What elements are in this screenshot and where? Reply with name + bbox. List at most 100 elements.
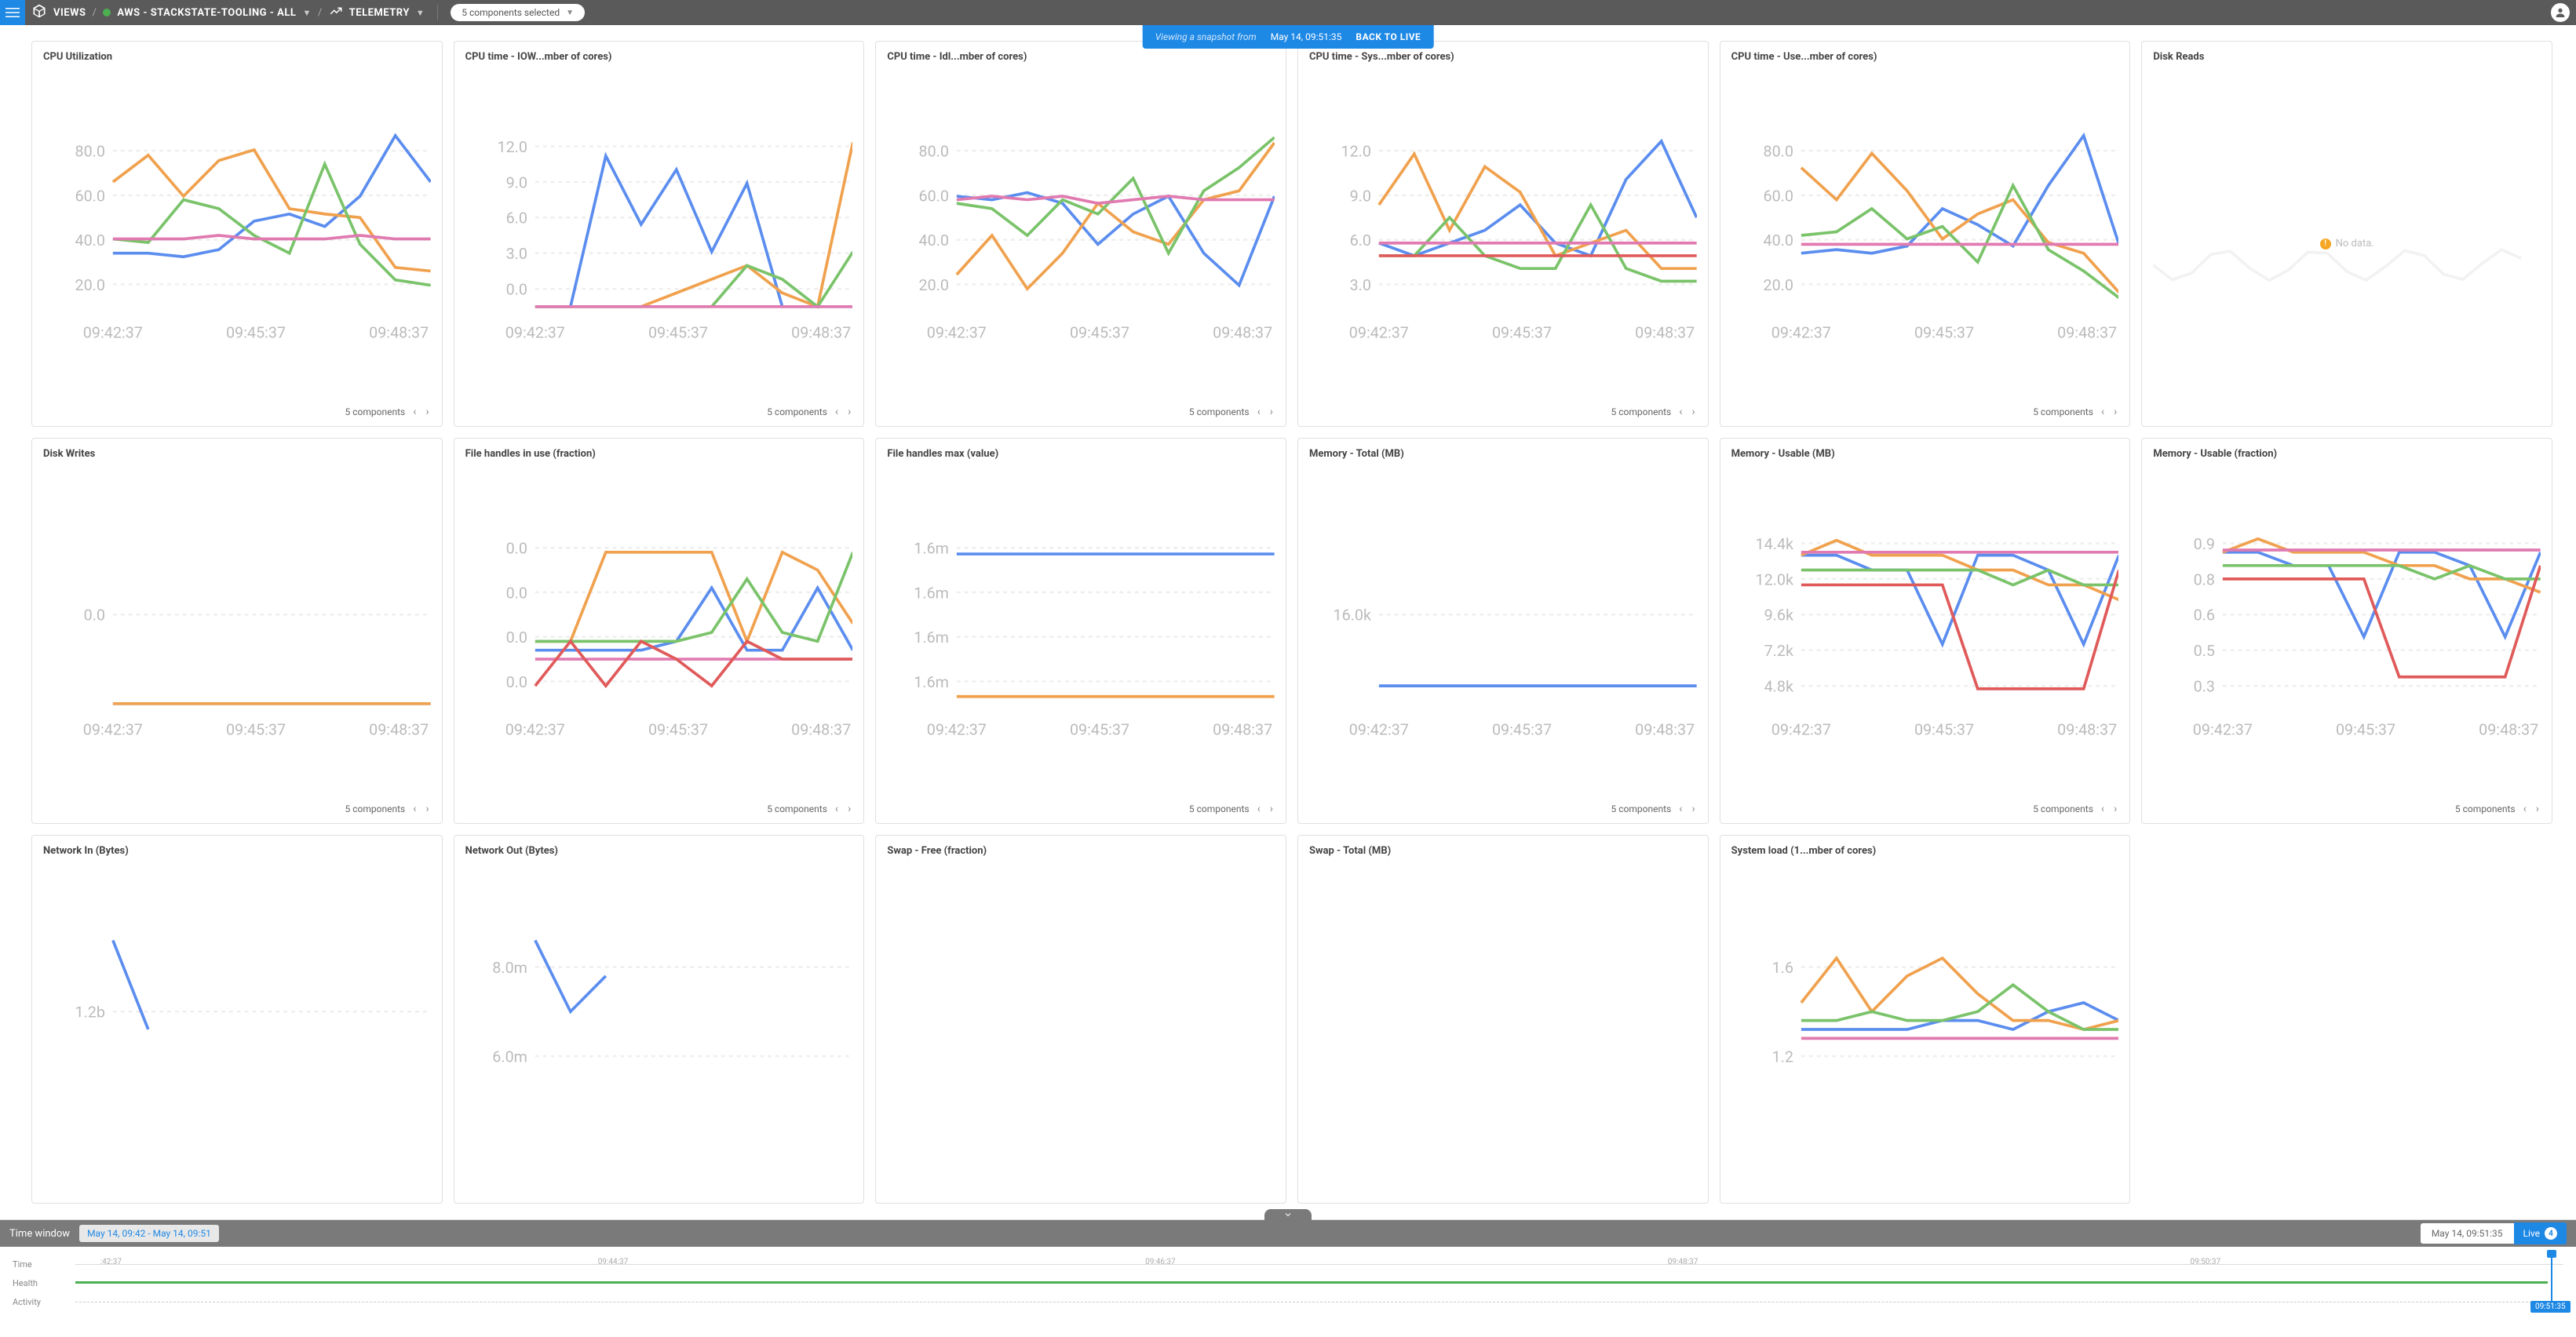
timeline-tick: 09:44:37 bbox=[598, 1258, 629, 1266]
breadcrumb: VIEWS / AWS - STACKSTATE-TOOLING - ALL ▼… bbox=[53, 4, 425, 21]
chart-next-button[interactable]: › bbox=[2112, 803, 2118, 815]
svg-text:4.8k: 4.8k bbox=[1764, 678, 1793, 696]
chart-title: Memory - Usable (MB) bbox=[1731, 448, 2119, 460]
live-button[interactable]: Live 4 bbox=[2514, 1222, 2567, 1244]
chart-card: Memory - Total (MB)16.0k09:42:3709:45:37… bbox=[1297, 438, 1709, 824]
back-to-live-button[interactable]: BACK TO LIVE bbox=[1356, 31, 1421, 42]
chart-footer: 5 components ‹ › bbox=[43, 803, 431, 815]
health-dot-icon bbox=[103, 9, 111, 16]
time-range-chip[interactable]: May 14, 09:42 - May 14, 09:51 bbox=[79, 1225, 219, 1242]
svg-text:09:45:37: 09:45:37 bbox=[1914, 323, 1974, 341]
chart-next-button[interactable]: › bbox=[1690, 406, 1696, 418]
user-icon bbox=[2554, 6, 2567, 19]
chart-prev-button[interactable]: ‹ bbox=[2100, 406, 2106, 418]
svg-text:09:45:37: 09:45:37 bbox=[1492, 323, 1552, 341]
hamburger-icon bbox=[5, 5, 20, 20]
chart-footer: 5 components‹› bbox=[887, 803, 1275, 815]
chart-title: Memory - Usable (fraction) bbox=[2153, 448, 2541, 460]
chart-prev-button[interactable]: ‹ bbox=[2100, 803, 2106, 815]
chart-title: CPU time - Idl...mber of cores) bbox=[887, 51, 1275, 63]
svg-text:1.6m: 1.6m bbox=[914, 673, 950, 691]
svg-text:09:48:37: 09:48:37 bbox=[1635, 720, 1695, 738]
chart-next-button[interactable]: › bbox=[424, 406, 430, 418]
chart-title: Network Out (Bytes) bbox=[465, 845, 853, 857]
menu-button[interactable] bbox=[0, 0, 25, 25]
chart-card: CPU time - Use...mber of cores) 80.060.04… bbox=[1720, 41, 2131, 427]
svg-text:09:42:37: 09:42:37 bbox=[505, 323, 564, 341]
chart-card: Network In (Bytes)1.2b bbox=[31, 835, 443, 1204]
chart-card: Swap - Total (MB) bbox=[1297, 835, 1709, 1204]
chart-prev-button[interactable]: ‹ bbox=[411, 406, 418, 418]
svg-text:7.2k: 7.2k bbox=[1764, 642, 1793, 660]
components-count: 5 components bbox=[345, 803, 406, 814]
chart-next-button[interactable]: › bbox=[1268, 406, 1275, 418]
chart-prev-button[interactable]: ‹ bbox=[1677, 803, 1684, 815]
svg-text:09:45:37: 09:45:37 bbox=[2336, 720, 2395, 738]
svg-text:0.8: 0.8 bbox=[2194, 570, 2215, 588]
chart-title: CPU Utilization bbox=[43, 51, 431, 63]
svg-text:09:48:37: 09:48:37 bbox=[2479, 720, 2538, 738]
playhead[interactable]: 09:51:35 bbox=[2551, 1250, 2552, 1310]
chart-grid: CPU Utilization 80.060.040.020.009:42:370… bbox=[0, 25, 2576, 1219]
svg-text:09:45:37: 09:45:37 bbox=[648, 720, 708, 738]
svg-text:0.0: 0.0 bbox=[505, 540, 527, 558]
chart-next-button[interactable]: › bbox=[846, 406, 852, 418]
svg-text:14.4k: 14.4k bbox=[1755, 535, 1793, 553]
views-link[interactable]: VIEWS bbox=[53, 7, 86, 19]
chart-title: CPU time - Use...mber of cores) bbox=[1731, 51, 2119, 63]
svg-text:12.0k: 12.0k bbox=[1755, 570, 1793, 588]
chart-prev-button[interactable]: ‹ bbox=[1256, 406, 1262, 418]
view-name-dropdown[interactable]: AWS - STACKSTATE-TOOLING - ALL bbox=[117, 7, 296, 19]
svg-text:09:42:37: 09:42:37 bbox=[2193, 720, 2253, 738]
svg-text:1.6m: 1.6m bbox=[914, 540, 950, 558]
chart-prev-button[interactable]: ‹ bbox=[1256, 803, 1262, 815]
telemetry-dropdown[interactable]: TELEMETRY bbox=[349, 7, 410, 19]
chart-card: CPU time - IOW...mber of cores)12.09.06.… bbox=[454, 41, 865, 427]
timeline-tick: 09:50:37 bbox=[2191, 1258, 2221, 1266]
chart-next-button[interactable]: › bbox=[2534, 803, 2541, 815]
chart-next-button[interactable]: › bbox=[1268, 803, 1275, 815]
svg-text:1.2b: 1.2b bbox=[75, 1004, 105, 1022]
chart-next-button[interactable]: › bbox=[424, 803, 430, 815]
chart-area: 80.060.040.020.009:42:3709:45:3709:48:37 bbox=[1731, 69, 2119, 401]
chart-area: 12.09.06.03.009:42:3709:45:3709:48:37 bbox=[1309, 69, 1697, 401]
chart-prev-button[interactable]: ‹ bbox=[1677, 406, 1684, 418]
chart-next-button[interactable]: › bbox=[1690, 803, 1696, 815]
chart-area: 80.060.040.020.009:42:3709:45:3709:48:37 bbox=[887, 69, 1275, 401]
components-count: 5 components bbox=[1189, 406, 1250, 417]
components-count: 5 components bbox=[767, 406, 827, 417]
chart-prev-button[interactable]: ‹ bbox=[411, 803, 418, 815]
svg-text:0.5: 0.5 bbox=[2194, 642, 2215, 660]
components-pill[interactable]: 5 components selected ▼ bbox=[451, 4, 585, 21]
collapse-timeline-button[interactable] bbox=[1264, 1209, 1312, 1220]
svg-text:20.0: 20.0 bbox=[75, 276, 105, 294]
chevron-down-icon: ▼ bbox=[302, 8, 311, 18]
svg-text:6.0: 6.0 bbox=[1350, 231, 1371, 250]
chart-prev-button[interactable]: ‹ bbox=[834, 803, 840, 815]
svg-text:09:42:37: 09:42:37 bbox=[927, 323, 987, 341]
timeline[interactable]: Time :42:3709:44:3709:46:3709:48:3709:50… bbox=[0, 1247, 2576, 1317]
svg-text:09:45:37: 09:45:37 bbox=[1914, 720, 1974, 738]
chart-footer: 5 components‹› bbox=[1731, 803, 2119, 815]
svg-text:40.0: 40.0 bbox=[919, 231, 949, 250]
svg-text:9.6k: 9.6k bbox=[1764, 607, 1793, 625]
svg-text:09:45:37: 09:45:37 bbox=[1492, 720, 1552, 738]
svg-text:09:45:37: 09:45:37 bbox=[1070, 323, 1129, 341]
user-avatar[interactable] bbox=[2551, 3, 2570, 22]
chart-title: CPU time - Sys...mber of cores) bbox=[1309, 51, 1697, 63]
chevron-down-icon: ▼ bbox=[416, 8, 425, 18]
timeline-health-label: Health bbox=[13, 1278, 75, 1288]
svg-text:09:48:37: 09:48:37 bbox=[1213, 720, 1272, 738]
chart-prev-button[interactable]: ‹ bbox=[2522, 803, 2528, 815]
svg-text:09:48:37: 09:48:37 bbox=[369, 323, 429, 341]
svg-text:9.0: 9.0 bbox=[505, 173, 527, 191]
chart-footer: 5 components‹› bbox=[1309, 803, 1697, 815]
chevron-down-icon: ▼ bbox=[566, 9, 574, 17]
current-time-box[interactable]: May 14, 09:51:35 bbox=[2421, 1223, 2514, 1244]
chart-title: System load (1...mber of cores) bbox=[1731, 845, 2119, 857]
chart-prev-button[interactable]: ‹ bbox=[834, 406, 840, 418]
playhead-handle[interactable] bbox=[2547, 1250, 2556, 1258]
chart-next-button[interactable]: › bbox=[2112, 406, 2118, 418]
svg-text:09:42:37: 09:42:37 bbox=[1771, 720, 1830, 738]
chart-next-button[interactable]: › bbox=[846, 803, 852, 815]
